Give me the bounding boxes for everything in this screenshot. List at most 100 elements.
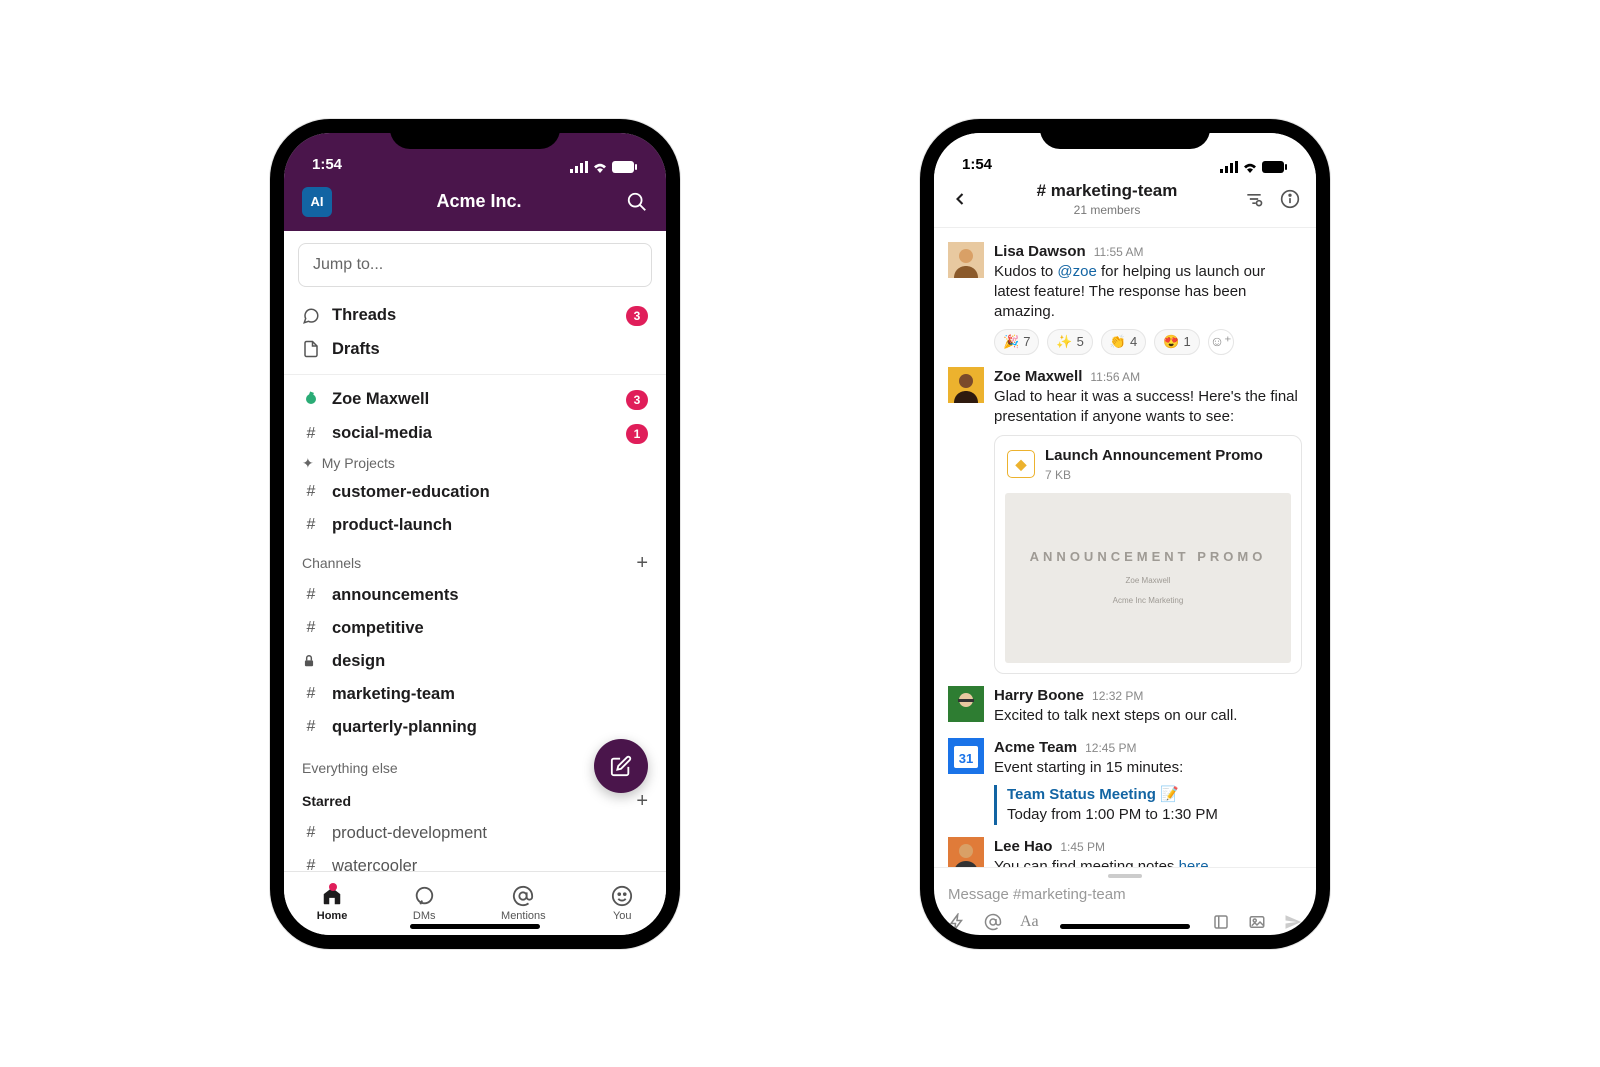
attach-icon[interactable] — [1212, 913, 1230, 931]
channel-product-development[interactable]: #product-development — [284, 817, 666, 850]
status-time: 1:54 — [962, 156, 992, 173]
attachment-preview: ANNOUNCEMENT PROMO Zoe Maxwell Acme Inc … — [1005, 493, 1291, 663]
channel-announcements[interactable]: # announcements — [284, 579, 666, 612]
message-harry-boone[interactable]: Harry Boone12:32 PM Excited to talk next… — [934, 680, 1316, 733]
member-count: 21 members — [1037, 203, 1178, 217]
mention[interactable]: @zoe — [1057, 263, 1096, 280]
back-button[interactable] — [950, 189, 970, 209]
threads-row[interactable]: Threads 3 — [284, 299, 666, 333]
dm-label: Zoe Maxwell — [332, 390, 614, 409]
message-time: 11:56 AM — [1090, 369, 1140, 385]
mention-icon[interactable] — [984, 913, 1002, 931]
channel-watercooler[interactable]: #watercooler — [284, 850, 666, 871]
channel-label: social-media — [332, 424, 614, 443]
file-attachment[interactable]: ◆ Launch Announcement Promo 7 KB ANNOUNC… — [994, 435, 1302, 673]
battery-icon — [612, 161, 638, 173]
jump-to-input[interactable]: Jump to... — [298, 243, 652, 287]
channel-label: competitive — [332, 619, 648, 638]
image-icon[interactable] — [1248, 913, 1266, 931]
message-zoe-maxwell[interactable]: Zoe Maxwell11:56 AM Glad to hear it was … — [934, 361, 1316, 680]
avatar[interactable] — [948, 686, 984, 722]
reaction[interactable]: 😍1 — [1154, 329, 1199, 355]
link[interactable]: here — [1179, 858, 1209, 866]
channel-product-launch[interactable]: # product-launch — [284, 509, 666, 542]
channel-label: design — [332, 652, 648, 671]
channel-label: customer-education — [332, 483, 648, 502]
message-lee-hao[interactable]: Lee Hao1:45 PM You can find meeting note… — [934, 831, 1316, 866]
preview-line: Zoe Maxwell — [1126, 576, 1171, 587]
sender-name: Harry Boone — [994, 686, 1084, 706]
reaction[interactable]: 🎉7 — [994, 329, 1039, 355]
drafts-row[interactable]: Drafts — [284, 333, 666, 366]
wifi-icon — [592, 161, 608, 173]
channel-title[interactable]: # marketing-team 21 members — [1037, 181, 1178, 217]
home-indicator[interactable] — [410, 924, 540, 929]
hash-icon: # — [302, 685, 320, 703]
status-time: 1:54 — [312, 156, 342, 173]
unread-badge: 1 — [626, 424, 648, 444]
channel-label: announcements — [332, 586, 648, 605]
reaction[interactable]: ✨5 — [1047, 329, 1092, 355]
add-starred-button[interactable]: + — [636, 790, 648, 813]
info-icon[interactable] — [1280, 189, 1300, 209]
workspace-switcher[interactable]: AI — [302, 187, 332, 217]
section-label: Everything else — [302, 760, 398, 776]
search-icon[interactable] — [626, 191, 648, 213]
tab-you[interactable]: You — [611, 885, 633, 922]
channel-quarterly-planning[interactable]: #quarterly-planning — [284, 711, 666, 744]
channel-design[interactable]: design — [284, 645, 666, 678]
tab-home[interactable]: Home — [317, 885, 348, 922]
message-text: You can find meeting notes here. — [994, 857, 1302, 866]
calendar-app-icon[interactable]: 31 — [948, 738, 984, 774]
message-lisa-dawson[interactable]: Lisa Dawson11:55 AM Kudos to @zoe for he… — [934, 236, 1316, 361]
hash-icon: # — [302, 619, 320, 637]
tab-label: You — [613, 910, 632, 922]
add-channel-button[interactable]: + — [636, 552, 648, 575]
message-input[interactable]: Message #marketing-team — [948, 880, 1302, 913]
attachment-title: Launch Announcement Promo — [1045, 446, 1263, 466]
sidebar-list[interactable]: Jump to... Threads 3 Drafts Zoe Maxwell … — [284, 231, 666, 871]
sender-name: Lisa Dawson — [994, 242, 1086, 262]
channel-marketing-team[interactable]: # marketing-team — [284, 678, 666, 711]
hash-icon: # — [302, 483, 320, 501]
event-attachment[interactable]: Team Status Meeting 📝 Today from 1:00 PM… — [994, 785, 1302, 826]
send-button[interactable] — [1284, 913, 1302, 931]
channel-social-media[interactable]: # social-media 1 — [284, 417, 666, 451]
add-reaction-button[interactable]: ☺⁺ — [1208, 329, 1234, 355]
tab-mentions[interactable]: Mentions — [501, 885, 546, 922]
home-indicator[interactable] — [1060, 924, 1190, 929]
attachment-size: 7 KB — [1045, 467, 1263, 483]
channel-customer-education[interactable]: # customer-education — [284, 476, 666, 509]
section-label: Channels — [302, 555, 361, 571]
message-time: 11:55 AM — [1094, 244, 1144, 260]
format-icon[interactable]: Aa — [1020, 913, 1039, 931]
hash-icon: # — [302, 586, 320, 604]
tab-dms[interactable]: DMs — [413, 885, 436, 922]
avatar[interactable] — [948, 242, 984, 278]
notch — [1040, 119, 1210, 149]
drag-handle-icon[interactable] — [1108, 874, 1142, 878]
actions-icon[interactable] — [948, 913, 966, 931]
unread-badge: 3 — [626, 390, 648, 410]
phone-channel-view: 1:54 # marketing-team 21 members — [920, 119, 1330, 949]
filter-icon[interactable] — [1244, 189, 1264, 209]
avatar[interactable] — [948, 367, 984, 403]
channel-label: marketing-team — [332, 685, 648, 704]
dm-zoe-maxwell[interactable]: Zoe Maxwell 3 — [284, 383, 666, 417]
section-my-projects[interactable]: ✦ My Projects — [284, 451, 666, 476]
message-time: 1:45 PM — [1060, 839, 1105, 855]
message-time: 12:45 PM — [1085, 740, 1136, 756]
event-time: Today from 1:00 PM to 1:30 PM — [1007, 805, 1302, 825]
hash-icon: # — [302, 516, 320, 534]
avatar[interactable] — [948, 837, 984, 866]
compose-fab[interactable] — [594, 739, 648, 793]
notch — [390, 119, 560, 149]
message-acme-team[interactable]: 31 Acme Team12:45 PM Event starting in 1… — [934, 732, 1316, 831]
reactions: 🎉7 ✨5 👏4 😍1 ☺⁺ — [994, 329, 1302, 355]
channel-competitive[interactable]: # competitive — [284, 612, 666, 645]
workspace-title[interactable]: Acme Inc. — [436, 191, 521, 212]
message-list[interactable]: Lisa Dawson11:55 AM Kudos to @zoe for he… — [934, 228, 1316, 867]
section-channels[interactable]: Channels + — [284, 542, 666, 579]
reaction[interactable]: 👏4 — [1101, 329, 1146, 355]
drafts-label: Drafts — [332, 340, 648, 359]
